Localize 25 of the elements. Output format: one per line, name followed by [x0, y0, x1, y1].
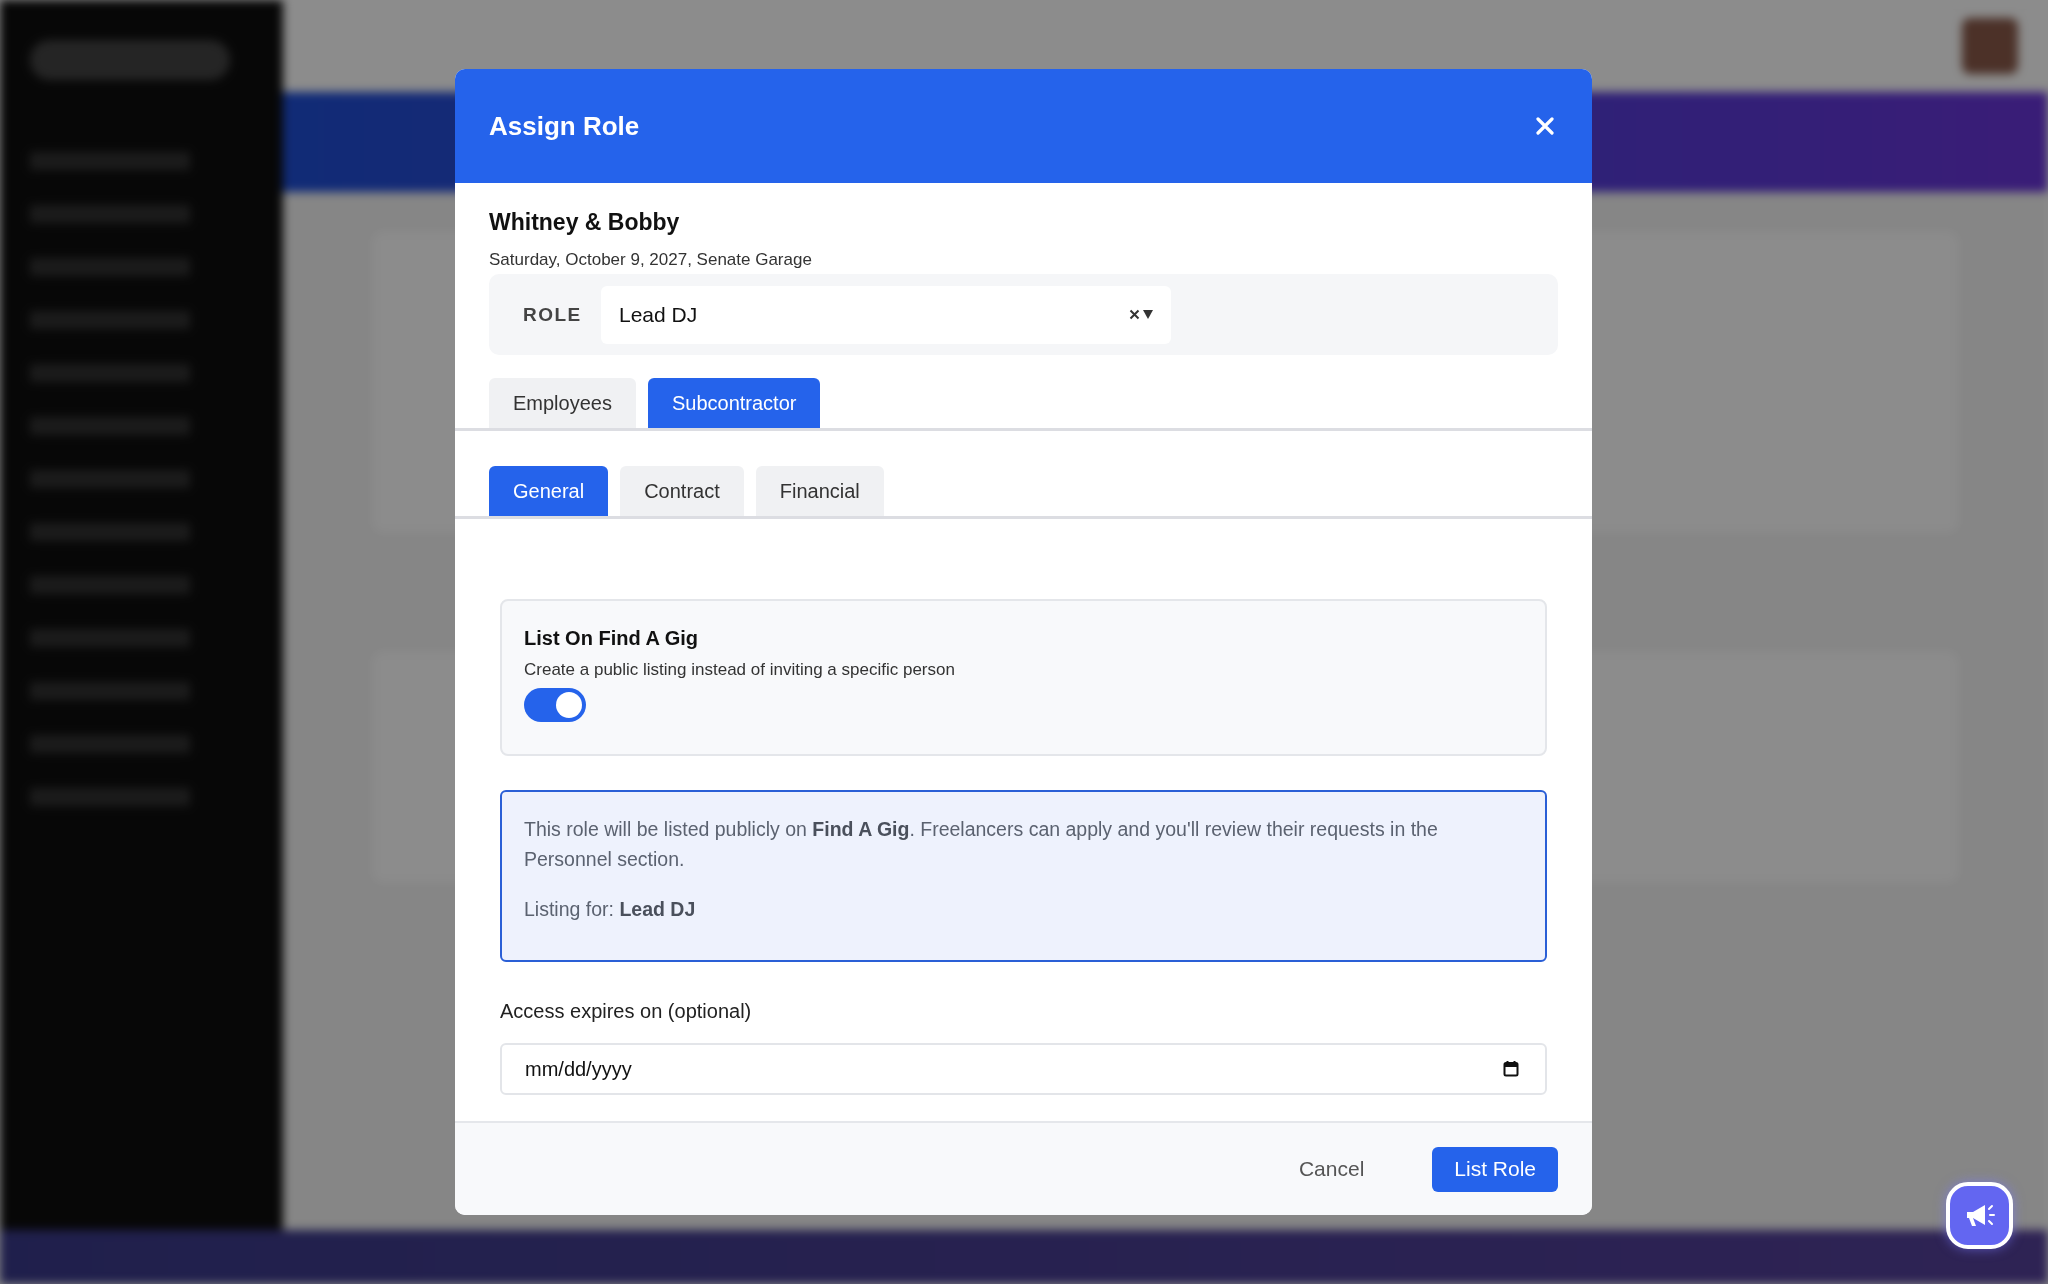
role-select[interactable]: Lead DJ — [601, 285, 1171, 344]
field-label: Access expires on (optional) — [500, 1000, 753, 1023]
announcement-button[interactable] — [1946, 1182, 2013, 1249]
close-icon — [1536, 117, 1554, 135]
role-label: ROLE — [523, 303, 583, 326]
event-name: Whitney & Bobby — [489, 209, 681, 236]
info-text: Listing for: Lead DJ — [524, 897, 697, 922]
megaphone-icon — [1964, 1202, 1995, 1229]
setting-description: Create a public listing instead of inviting a specific person — [524, 660, 956, 680]
dialog-title: Assign Role — [489, 110, 640, 142]
cancel-button[interactable]: Cancel — [1276, 1146, 1387, 1192]
tab[interactable]: Contract — [620, 466, 744, 516]
list-role-button[interactable]: List Role — [1432, 1146, 1558, 1192]
event-details: Saturday, October 9, 2027, Senate Garage — [489, 250, 813, 270]
setting-title: List On Find A Gig — [524, 627, 700, 650]
caret-icon[interactable] — [1143, 310, 1153, 319]
tab[interactable]: Financial — [755, 466, 884, 516]
calendar-icon[interactable] — [1503, 1060, 1519, 1077]
toggle-switch[interactable] — [524, 688, 586, 722]
date-field[interactable]: mm/dd/yyyy — [500, 1043, 1547, 1095]
tab[interactable]: Subcontractor — [647, 378, 821, 428]
info-text: This role will be listed publicly on Find A Gig. Freelancers can apply and you'll review their requests in the Personnel section. — [524, 817, 1439, 872]
tab[interactable]: General — [489, 466, 609, 516]
clear-icon[interactable] — [1129, 309, 1140, 320]
tab[interactable]: Employees — [489, 378, 636, 428]
